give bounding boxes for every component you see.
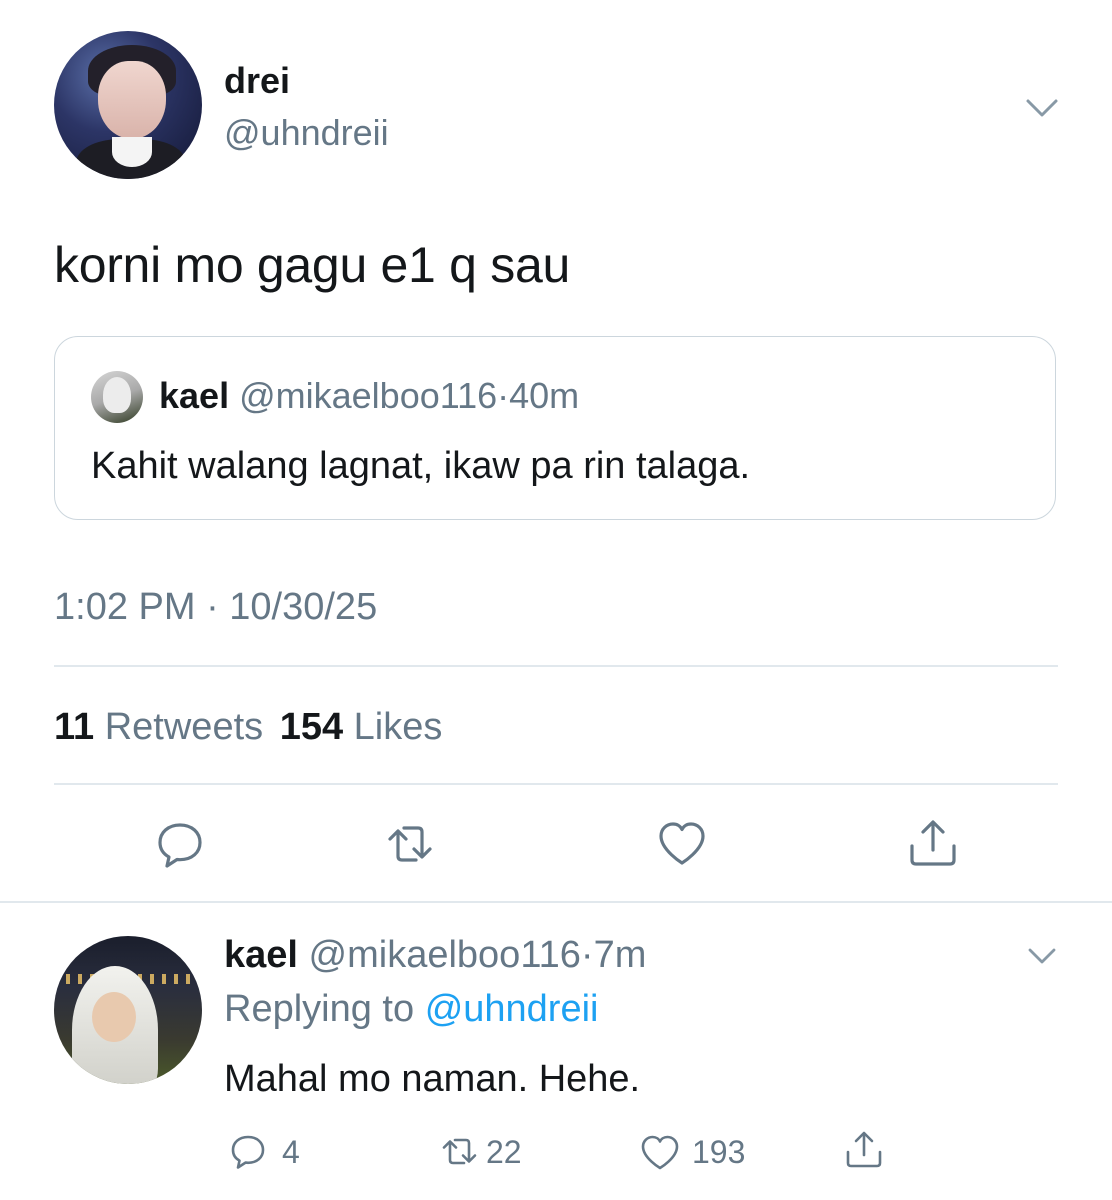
likes-count[interactable]: 154 (280, 706, 343, 748)
reply-header: kael @mikaelboo116·7m (224, 934, 646, 977)
chevron-down-icon[interactable] (1022, 88, 1062, 128)
avatar-face (92, 992, 136, 1042)
retweet-count: 22 (486, 1134, 522, 1170)
reply-icon[interactable] (152, 816, 208, 872)
divider (54, 665, 1058, 667)
reply-tweet-text: Mahal mo naman. Hehe. (224, 1058, 641, 1100)
share-icon[interactable] (842, 1128, 882, 1168)
reply-separator: · (580, 934, 594, 976)
quoted-author-handle: @mikaelboo116 (239, 375, 498, 416)
quoted-separator: · (497, 375, 510, 416)
user-avatar[interactable] (54, 31, 202, 179)
retweets-count[interactable]: 11 (54, 706, 94, 748)
likes-label[interactable]: Likes (354, 706, 443, 748)
quoted-author-name: kael (159, 375, 230, 416)
retweet-icon[interactable] (438, 1132, 478, 1172)
reply-icon[interactable] (228, 1132, 268, 1172)
tweet-text: korni mo gagu e1 q sau (54, 237, 570, 293)
reply-time: 7m (593, 934, 647, 976)
avatar-hood (103, 377, 131, 413)
share-icon[interactable] (905, 816, 961, 872)
quoted-tweet-header: kael @mikaelboo116·40m (159, 375, 579, 417)
replying-mention-link[interactable]: @uhndreii (425, 988, 599, 1030)
reply-user-avatar[interactable] (54, 936, 202, 1084)
chevron-down-icon[interactable] (1024, 938, 1060, 974)
author-handle[interactable]: @uhndreii (224, 112, 389, 154)
quoted-user-avatar[interactable] (91, 371, 143, 423)
quoted-tweet-text: Kahit walang lagnat, ikaw pa rin talaga. (91, 445, 751, 487)
quoted-time: 40m (509, 375, 580, 416)
divider (54, 783, 1058, 785)
tweet-timestamp: 1:02 PM · 10/30/25 (54, 586, 378, 628)
author-display-name[interactable]: drei (224, 60, 290, 102)
retweet-icon[interactable] (382, 816, 438, 872)
avatar-face (98, 61, 166, 139)
like-icon[interactable] (654, 816, 710, 872)
replying-prefix: Replying to (224, 988, 415, 1030)
like-count: 193 (692, 1134, 746, 1170)
like-icon[interactable] (638, 1132, 679, 1172)
reply-author-name[interactable]: kael (224, 934, 298, 976)
retweets-label[interactable]: Retweets (105, 706, 263, 748)
reply-author-handle[interactable]: @mikaelboo116 (309, 934, 581, 976)
section-divider (0, 901, 1112, 903)
replying-to: Replying to @uhndreii (224, 988, 598, 1031)
avatar-collar (112, 137, 152, 167)
reply-count: 4 (282, 1134, 300, 1170)
tweet-stats: 11 Retweets 154 Likes (54, 706, 442, 749)
quoted-tweet-card[interactable]: kael @mikaelboo116·40m Kahit walang lagn… (54, 336, 1056, 520)
